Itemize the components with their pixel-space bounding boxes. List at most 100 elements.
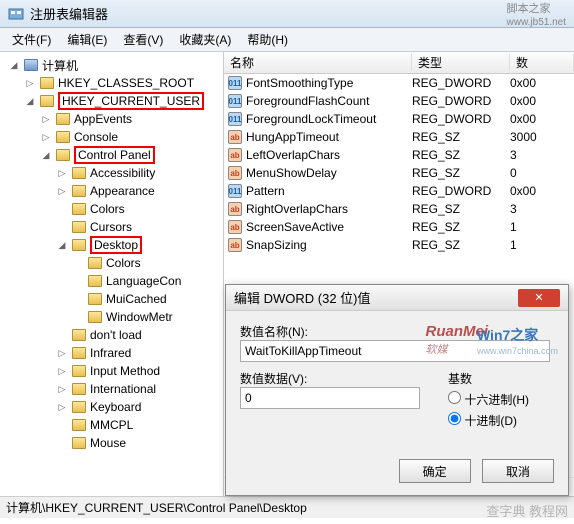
- list-row[interactable]: abRightOverlapCharsREG_SZ3: [224, 200, 574, 218]
- cell-type: REG_DWORD: [412, 112, 510, 126]
- expand-icon[interactable]: ▷: [24, 78, 36, 89]
- tree-item[interactable]: ▷Appearance: [0, 182, 223, 200]
- expand-icon[interactable]: ▷: [40, 132, 52, 143]
- expand-icon[interactable]: ▷: [56, 402, 68, 413]
- expand-icon[interactable]: ▷: [56, 348, 68, 359]
- tree-item[interactable]: MMCPL: [0, 416, 223, 434]
- list-row[interactable]: abScreenSaveActiveREG_SZ1: [224, 218, 574, 236]
- expand-icon[interactable]: ▷: [56, 384, 68, 395]
- tree-item[interactable]: ▷Console: [0, 128, 223, 146]
- tree-item[interactable]: ▷ Keyboard: [0, 398, 223, 416]
- dialog-title: 编辑 DWORD (32 位)值: [234, 288, 371, 307]
- col-header-name[interactable]: 名称: [224, 54, 412, 71]
- tree-item[interactable]: ▷Accessibility: [0, 164, 223, 182]
- tree-item[interactable]: Colors: [0, 200, 223, 218]
- expand-icon[interactable]: ◢: [56, 240, 68, 251]
- cell-data: 0x00: [510, 112, 574, 126]
- tree-item[interactable]: ◢Desktop: [0, 236, 223, 254]
- cell-data: 0x00: [510, 94, 574, 108]
- folder-icon: [88, 257, 102, 269]
- expand-icon[interactable]: ◢: [8, 60, 20, 71]
- expand-icon[interactable]: ◢: [24, 96, 36, 107]
- list-row[interactable]: 011PatternREG_DWORD0x00: [224, 182, 574, 200]
- list-row[interactable]: abSnapSizingREG_SZ1: [224, 236, 574, 254]
- dialog-titlebar[interactable]: 编辑 DWORD (32 位)值 ✕: [226, 285, 568, 311]
- tree-pane: ◢ 计算机▷HKEY_CLASSES_ROOT◢HKEY_CURRENT_USER…: [0, 52, 224, 496]
- tree-label: don't load: [90, 328, 142, 342]
- cell-name: HungAppTimeout: [246, 130, 412, 144]
- cell-type: REG_SZ: [412, 148, 510, 162]
- cell-type: REG_DWORD: [412, 76, 510, 90]
- tree-item[interactable]: Colors: [0, 254, 223, 272]
- list-row[interactable]: 011ForegroundFlashCountREG_DWORD0x00: [224, 92, 574, 110]
- expand-icon[interactable]: ◢: [40, 150, 52, 161]
- tree-item[interactable]: WindowMetr: [0, 308, 223, 326]
- cell-name: SnapSizing: [246, 238, 412, 252]
- tree-label: 计算机: [42, 57, 78, 74]
- tree-item[interactable]: Cursors: [0, 218, 223, 236]
- col-header-type[interactable]: 类型: [412, 54, 510, 71]
- tree-root[interactable]: ◢ 计算机: [0, 56, 223, 74]
- cell-name: ScreenSaveActive: [246, 220, 412, 234]
- folder-icon: [40, 95, 54, 107]
- string-icon: ab: [228, 220, 242, 234]
- list-row[interactable]: abLeftOverlapCharsREG_SZ3: [224, 146, 574, 164]
- tree-item[interactable]: ▷HKEY_CLASSES_ROOT: [0, 74, 223, 92]
- cancel-button[interactable]: 取消: [482, 459, 554, 483]
- folder-icon: [88, 275, 102, 287]
- tree-item[interactable]: ▷Input Method: [0, 362, 223, 380]
- folder-icon: [40, 77, 54, 89]
- string-icon: ab: [228, 130, 242, 144]
- list-row[interactable]: 011FontSmoothingTypeREG_DWORD0x00: [224, 74, 574, 92]
- menu-edit[interactable]: 编辑(E): [59, 29, 115, 50]
- list-row[interactable]: abMenuShowDelayREG_SZ0: [224, 164, 574, 182]
- menu-favorites[interactable]: 收藏夹(A): [171, 29, 239, 50]
- folder-icon: [56, 149, 70, 161]
- close-icon[interactable]: ✕: [518, 289, 560, 307]
- tree-label: Colors: [106, 256, 141, 270]
- expand-icon[interactable]: ▷: [56, 186, 68, 197]
- data-label: 数值数据(V):: [240, 370, 420, 387]
- tree-item[interactable]: ◢ Control Panel: [0, 146, 223, 164]
- computer-icon: [24, 59, 38, 71]
- expand-icon[interactable]: ▷: [56, 366, 68, 377]
- name-field[interactable]: [240, 340, 550, 362]
- menu-help[interactable]: 帮助(H): [239, 29, 296, 50]
- radio-dec[interactable]: 十进制(D): [448, 412, 529, 429]
- list-row[interactable]: 011 ForegroundLockTimeoutREG_DWORD0x00: [224, 110, 574, 128]
- data-field[interactable]: [240, 387, 420, 409]
- tree-item[interactable]: MuiCached: [0, 290, 223, 308]
- tree-label: Keyboard: [90, 400, 141, 414]
- cell-data: 1: [510, 238, 574, 252]
- expand-icon[interactable]: ▷: [40, 114, 52, 125]
- list-row[interactable]: abHungAppTimeoutREG_SZ3000: [224, 128, 574, 146]
- tree-item[interactable]: don't load: [0, 326, 223, 344]
- cell-name: LeftOverlapChars: [246, 148, 412, 162]
- tree-item[interactable]: LanguageCon: [0, 272, 223, 290]
- folder-icon: [72, 365, 86, 377]
- window-title: 注册表编辑器: [30, 4, 108, 23]
- folder-icon: [72, 203, 86, 215]
- folder-icon: [88, 293, 102, 305]
- menu-file[interactable]: 文件(F): [4, 29, 59, 50]
- dword-icon: 011: [228, 112, 242, 126]
- dword-icon: 011: [228, 76, 242, 90]
- cell-type: REG_DWORD: [412, 184, 510, 198]
- cell-name: ForegroundLockTimeout: [246, 112, 412, 126]
- tree-label: Control Panel: [74, 146, 155, 164]
- tree-item[interactable]: Mouse: [0, 434, 223, 452]
- folder-icon: [72, 419, 86, 431]
- ok-button[interactable]: 确定: [399, 459, 471, 483]
- tree-item[interactable]: ▷Infrared: [0, 344, 223, 362]
- col-header-data[interactable]: 数: [510, 54, 574, 71]
- tree-item[interactable]: ▷International: [0, 380, 223, 398]
- radio-hex[interactable]: 十六进制(H): [448, 391, 529, 408]
- cell-data: 0x00: [510, 76, 574, 90]
- tree-item[interactable]: ▷ AppEvents: [0, 110, 223, 128]
- expand-icon[interactable]: ▷: [56, 168, 68, 179]
- tree-label: Cursors: [90, 220, 132, 234]
- menu-view[interactable]: 查看(V): [115, 29, 171, 50]
- tree-item[interactable]: ◢HKEY_CURRENT_USER: [0, 92, 223, 110]
- folder-icon: [72, 437, 86, 449]
- tree-label: AppEvents: [74, 112, 132, 126]
